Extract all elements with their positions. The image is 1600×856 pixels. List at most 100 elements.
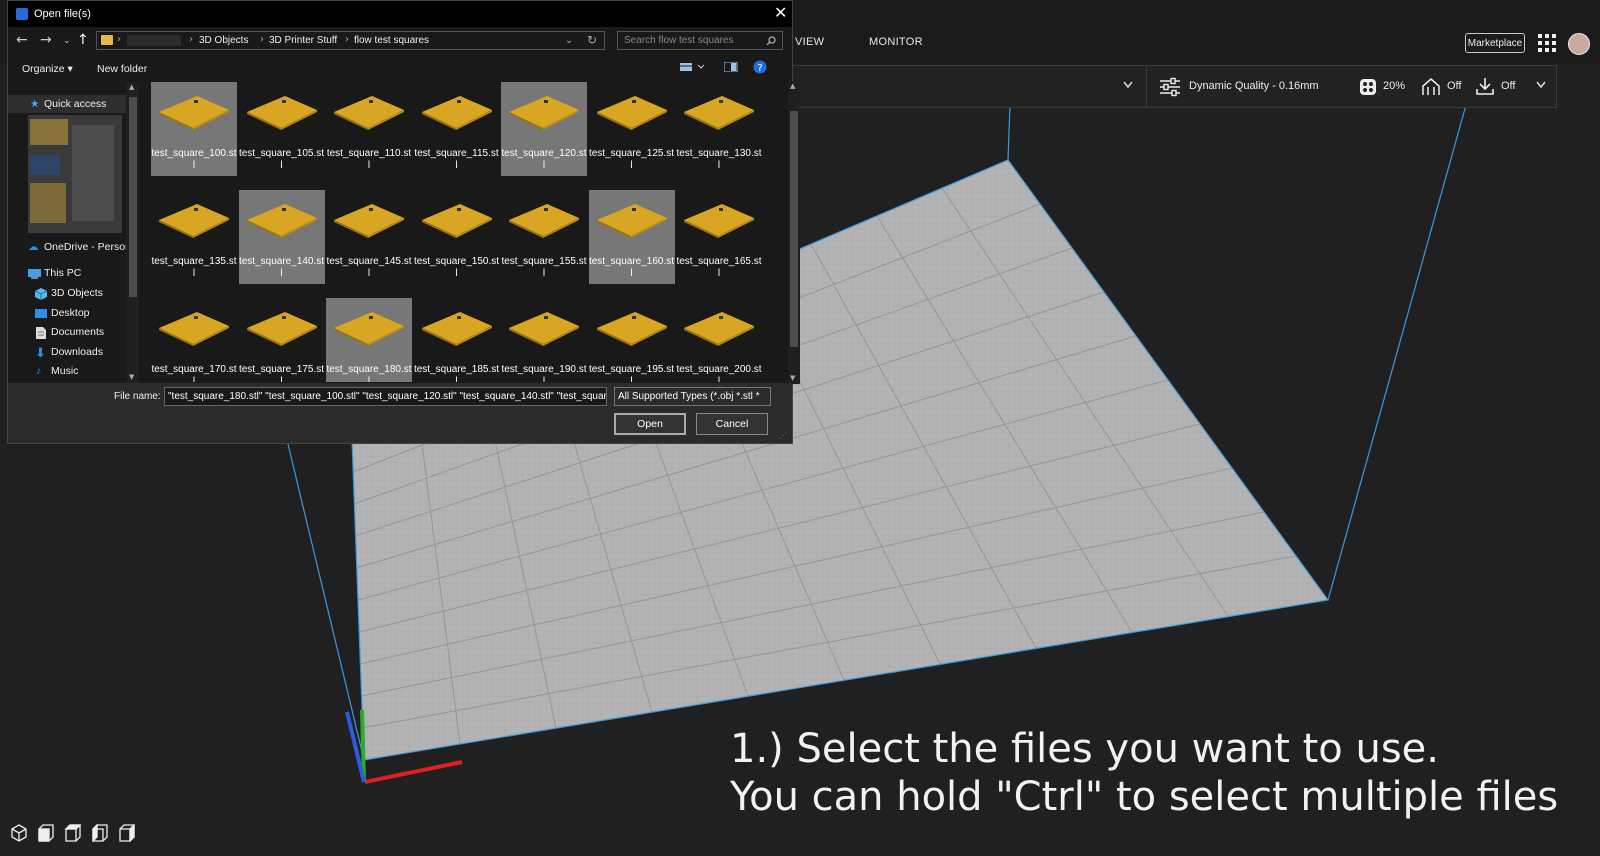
- tab-preview[interactable]: VIEW: [795, 36, 824, 48]
- sidebar-item-quick-access[interactable]: ★ Quick access: [8, 95, 126, 113]
- view-3d-icon[interactable]: [11, 824, 27, 842]
- file-item[interactable]: test_square_190.stl: [501, 298, 587, 382]
- search-input[interactable]: Search flow test squares: [624, 35, 734, 46]
- breadcrumb-flow-test-squares[interactable]: flow test squares: [354, 35, 429, 46]
- breadcrumb-3d-printer-stuff[interactable]: 3D Printer Stuff: [269, 35, 337, 46]
- forward-arrow-icon[interactable]: →: [40, 32, 52, 48]
- sidebar-item-documents[interactable]: Documents: [8, 323, 126, 341]
- file-item[interactable]: test_square_145.stl: [326, 190, 412, 284]
- view-right-icon[interactable]: [119, 824, 135, 842]
- file-item[interactable]: test_square_150.stl: [414, 190, 500, 284]
- stl-thumbnail-icon: [684, 312, 754, 346]
- scroll-down-icon[interactable]: ▼: [129, 373, 134, 381]
- file-item[interactable]: test_square_125.stl: [589, 82, 675, 176]
- sidebar-item-downloads[interactable]: ⬇ Downloads: [8, 343, 126, 361]
- file-name: test_square_145.stl: [326, 256, 412, 279]
- camera-view-controls: [11, 824, 135, 842]
- chevron-down-icon[interactable]: [1536, 81, 1546, 89]
- stl-thumbnail-icon: [246, 96, 317, 130]
- close-icon[interactable]: ✕: [774, 3, 787, 22]
- stl-thumbnail-icon: [159, 204, 229, 238]
- adhesion-icon: [1476, 78, 1494, 95]
- file-name: test_square_195.stl: [588, 364, 675, 382]
- view-front-icon[interactable]: [38, 824, 54, 842]
- file-item[interactable]: test_square_165.stl: [676, 190, 762, 284]
- download-icon: ⬇: [35, 345, 46, 360]
- address-bar[interactable]: › › 3D Objects › 3D Printer Stuff › flow…: [96, 31, 605, 50]
- view-left-icon[interactable]: [92, 824, 108, 842]
- view-top-icon[interactable]: [64, 824, 82, 842]
- file-item[interactable]: test_square_100.stl: [151, 82, 237, 176]
- cancel-button[interactable]: Cancel: [696, 413, 768, 435]
- file-name: test_square_120.stl: [501, 148, 587, 171]
- file-item[interactable]: test_square_130.stl: [676, 82, 762, 176]
- scroll-down-icon[interactable]: ▼: [790, 374, 795, 382]
- preview-pane-icon[interactable]: [723, 61, 738, 75]
- sidebar-scrollbar[interactable]: ▲ ▼: [126, 83, 139, 383]
- view-options-icon[interactable]: [680, 62, 706, 75]
- marketplace-button[interactable]: Marketplace: [1465, 33, 1525, 53]
- open-button[interactable]: Open: [614, 413, 686, 435]
- scroll-up-icon[interactable]: ▲: [790, 82, 795, 90]
- tab-monitor[interactable]: MONITOR: [869, 36, 923, 48]
- file-item[interactable]: test_square_120.stl: [501, 82, 587, 176]
- file-list-scrollbar[interactable]: ▲ ▼: [788, 81, 800, 384]
- breadcrumb-3d-objects[interactable]: 3D Objects: [199, 35, 248, 46]
- recent-locations-chevron-icon[interactable]: ⌄: [63, 36, 71, 46]
- open-file-dialog: Open file(s) ✕ ← → ⌄ ↑ › › 3D Objects › …: [7, 0, 800, 444]
- refresh-icon[interactable]: ↻: [587, 33, 597, 47]
- file-type-select[interactable]: All Supported Types (*.obj *.stl *: [614, 387, 771, 406]
- file-item[interactable]: test_square_115.stl: [414, 82, 500, 176]
- help-icon[interactable]: ?: [753, 60, 767, 77]
- file-item[interactable]: test_square_105.stl: [239, 82, 325, 176]
- file-item[interactable]: test_square_170.stl: [151, 298, 237, 382]
- sidebar-scrollbar-thumb[interactable]: [129, 97, 137, 297]
- search-box[interactable]: Search flow test squares: [617, 31, 783, 50]
- stl-thumbnail-icon: [159, 312, 229, 346]
- cloud-icon: ☁: [28, 241, 39, 253]
- file-item[interactable]: test_square_135.stl: [151, 190, 237, 284]
- redacted-path-segment: [127, 35, 181, 46]
- file-item[interactable]: test_square_155.stl: [501, 190, 587, 284]
- dialog-title: Open file(s): [34, 8, 91, 20]
- computer-icon: [28, 269, 41, 282]
- file-item[interactable]: test_square_180.stl: [326, 298, 412, 382]
- sidebar-item-desktop[interactable]: Desktop: [8, 304, 126, 322]
- sidebar-item-music[interactable]: ♪ Music: [8, 362, 126, 380]
- file-item[interactable]: test_square_185.stl: [414, 298, 500, 382]
- scroll-up-icon[interactable]: ▲: [129, 83, 134, 91]
- sidebar-item-label: 3D Objects: [51, 287, 103, 299]
- chevron-down-icon[interactable]: ⌄: [565, 35, 573, 46]
- file-name-label: File name:: [114, 391, 161, 402]
- sidebar-item-onedrive[interactable]: ☁ OneDrive - Persor: [8, 238, 129, 256]
- user-avatar[interactable]: [1568, 33, 1590, 55]
- file-item[interactable]: test_square_175.stl: [239, 298, 325, 382]
- file-name: test_square_140.stl: [238, 256, 325, 279]
- file-name: test_square_175.stl: [238, 364, 325, 382]
- organize-menu[interactable]: Organize ▾: [22, 63, 73, 75]
- stl-thumbnail-icon: [509, 96, 579, 130]
- new-folder-button[interactable]: New folder: [97, 63, 147, 75]
- file-item[interactable]: test_square_110.stl: [326, 82, 412, 176]
- sidebar-item-this-pc[interactable]: This PC: [8, 264, 126, 282]
- print-settings-bar[interactable]: Dynamic Quality - 0.16mm 20% Off Off: [792, 65, 1557, 108]
- sidebar-item-label: OneDrive - Persor: [44, 241, 129, 253]
- support-value: Off: [1447, 80, 1462, 92]
- sidebar-item-3d-objects[interactable]: 3D Objects: [8, 284, 126, 302]
- up-arrow-icon[interactable]: ↑: [77, 32, 89, 48]
- file-item[interactable]: test_square_200.stl: [676, 298, 762, 382]
- file-item[interactable]: test_square_160.stl: [588, 190, 675, 284]
- file-name: test_square_165.stl: [676, 256, 762, 279]
- chevron-down-icon[interactable]: [1123, 81, 1133, 89]
- apps-grid-icon[interactable]: [1538, 34, 1556, 52]
- file-list-scrollbar-thumb[interactable]: [790, 111, 798, 347]
- file-item[interactable]: test_square_195.stl: [589, 298, 675, 382]
- file-name: test_square_135.stl: [151, 256, 237, 279]
- adhesion-value: Off: [1501, 80, 1516, 92]
- file-item[interactable]: test_square_140.stl: [238, 190, 325, 284]
- file-name-input[interactable]: "test_square_180.stl" "test_square_100.s…: [164, 387, 607, 406]
- resize-grip-icon[interactable]: ⋰: [779, 431, 787, 440]
- back-arrow-icon[interactable]: ←: [16, 32, 28, 48]
- stl-thumbnail-icon: [596, 312, 667, 346]
- dialog-titlebar[interactable]: Open file(s) ✕: [8, 1, 792, 27]
